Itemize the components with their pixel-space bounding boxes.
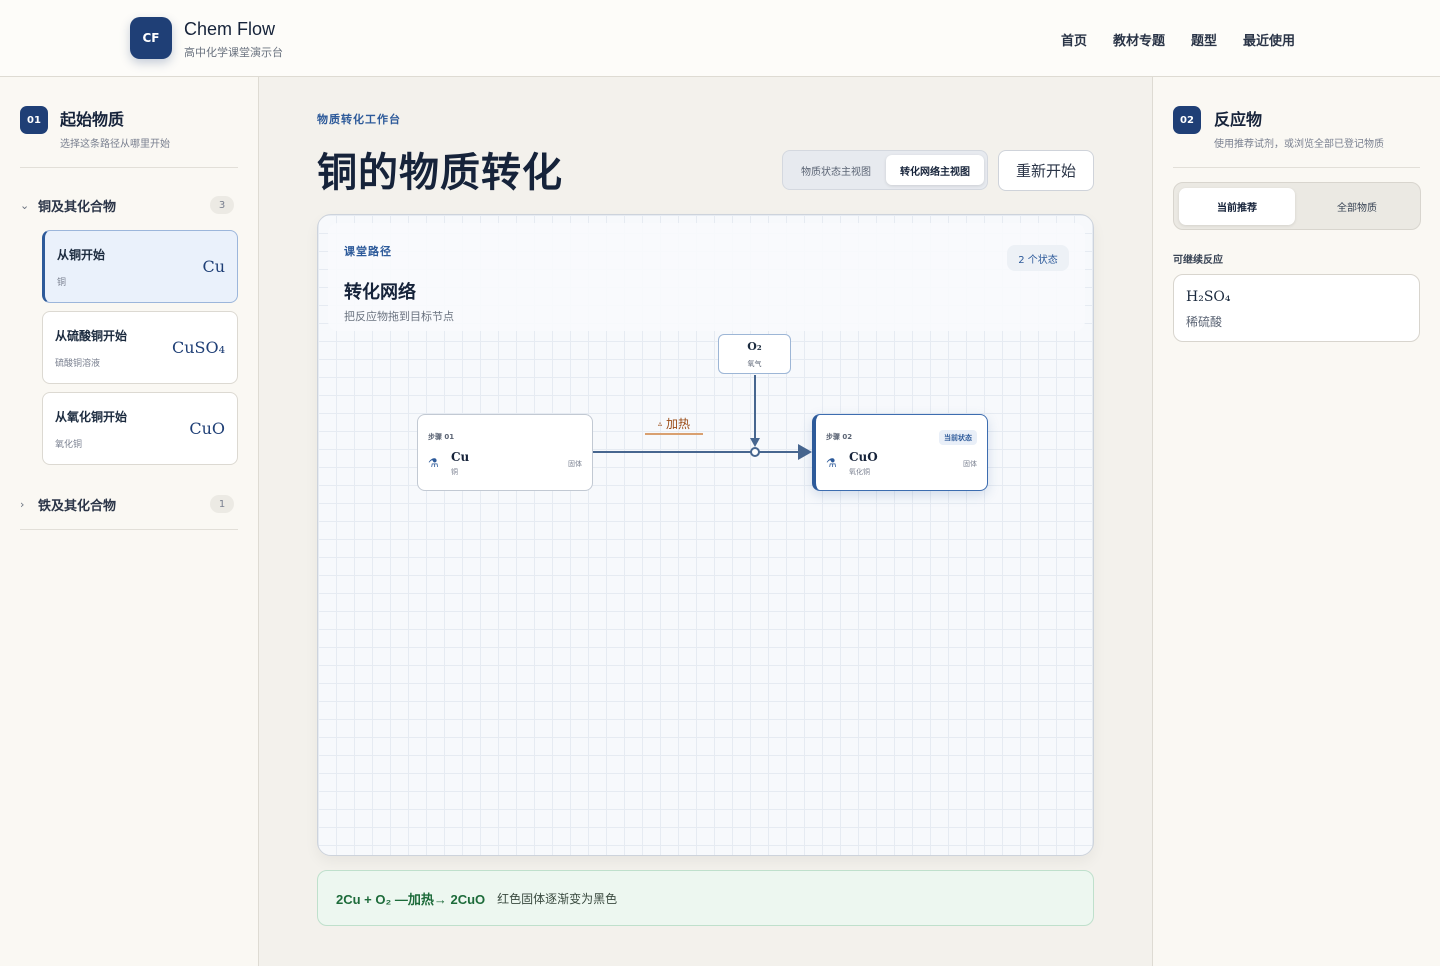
nav-textbook-topics[interactable]: 教材专题: [1113, 30, 1165, 49]
reagent-formula: H₂SO₄: [1186, 289, 1231, 305]
page-title: 铜的物质转化: [317, 150, 563, 196]
section-subtitle: 选择这条路径从哪里开始: [60, 139, 170, 150]
node-formula: Cu: [451, 450, 470, 464]
chevron-right-icon: ›: [20, 497, 25, 511]
section-title: 起始物质: [60, 110, 125, 129]
current-state-badge: 当前状态: [939, 430, 977, 445]
reagent-card-h2so4[interactable]: H₂SO₄ 稀硫酸: [1173, 274, 1420, 342]
state-node-cuo[interactable]: 步骤 02 当前状态 ⚗ CuO 氧化铜 固体: [812, 414, 988, 491]
equation-observation: 红色固体逐渐变为黑色: [497, 891, 618, 906]
group-count: 1: [210, 495, 234, 513]
view-state-button[interactable]: 物质状态主视图: [788, 155, 884, 185]
workspace-eyebrow: 物质转化工作台: [317, 113, 401, 126]
starting-substance-panel: 01 起始物质 选择这条路径从哪里开始 ⌄ 铜及其化合物 3 从铜开始 铜 Cu…: [0, 77, 259, 966]
nav-question-types[interactable]: 题型: [1191, 30, 1217, 49]
group-count: 3: [210, 196, 234, 214]
reagent-formula: O₂: [747, 340, 762, 353]
condition-label: 加热: [666, 416, 691, 431]
reaction-connectors: [593, 375, 812, 460]
reagent-name: 稀硫酸: [1186, 315, 1223, 329]
chevron-down-icon: ⌄: [20, 198, 30, 212]
divider: [20, 529, 238, 530]
reaction-condition: ▵ 加热: [645, 413, 703, 435]
state-node-cu[interactable]: 步骤 01 ⚗ Cu 铜 固体: [417, 414, 593, 491]
tab-all-substances[interactable]: 全部物质: [1299, 188, 1415, 225]
reagent-node-o2[interactable]: O₂ 氧气: [718, 334, 791, 374]
start-card-cu[interactable]: 从铜开始 铜 Cu: [42, 230, 238, 303]
view-switcher: 物质状态主视图 转化网络主视图: [782, 150, 988, 190]
flame-icon: ▵: [657, 418, 662, 428]
node-formula: CuO: [849, 450, 878, 464]
section-badge: 01: [20, 106, 48, 134]
group-label: 铁及其化合物: [38, 498, 117, 514]
conversion-canvas[interactable]: 课堂路径 转化网络 把反应物拖到目标节点 2 个状态 O₂ 氧气 ▵ 加热 步骤…: [317, 214, 1094, 856]
reaction-arrow-head: [798, 444, 812, 460]
section-title: 反应物: [1214, 110, 1263, 129]
start-card-title: 从氧化铜开始: [55, 410, 128, 424]
reaction-junction: [750, 447, 760, 457]
view-network-button[interactable]: 转化网络主视图: [886, 155, 984, 185]
start-card-subtitle: 铜: [57, 278, 67, 288]
node-step: 步骤 02: [826, 433, 853, 441]
top-nav: 首页 教材专题 题型 最近使用: [1061, 30, 1295, 49]
start-card-cuo[interactable]: 从氧化铜开始 氧化铜 CuO: [42, 392, 238, 465]
divider: [1173, 167, 1420, 168]
equation-text: 2Cu + O₂ —加热→ 2CuO: [336, 891, 486, 907]
brand-subtitle: 高中化学课堂演示台: [184, 46, 283, 59]
app-logo[interactable]: CF: [130, 17, 172, 59]
nav-recent[interactable]: 最近使用: [1243, 30, 1295, 49]
group-label: 铜及其化合物: [38, 199, 117, 215]
start-card-title: 从铜开始: [57, 248, 106, 262]
section-badge: 02: [1173, 106, 1201, 134]
start-card-subtitle: 氧化铜: [55, 440, 83, 450]
app-header: CF Chem Flow 高中化学课堂演示台 首页 教材专题 题型 最近使用: [0, 0, 1440, 77]
nav-home[interactable]: 首页: [1061, 30, 1087, 49]
tab-recommended[interactable]: 当前推荐: [1179, 188, 1295, 225]
continue-reactions-label: 可继续反应: [1173, 255, 1223, 266]
group-copper[interactable]: ⌄ 铜及其化合物 3: [20, 193, 238, 217]
brand-name: Chem Flow: [184, 19, 276, 39]
node-phase: 固体: [963, 460, 977, 468]
start-card-formula: CuO: [189, 419, 225, 438]
divider: [20, 167, 238, 168]
start-card-formula: Cu: [202, 257, 225, 276]
start-card-formula: CuSO₄: [171, 338, 225, 357]
group-iron[interactable]: › 铁及其化合物 1: [20, 492, 238, 516]
start-card-title: 从硫酸铜开始: [55, 329, 128, 343]
drag-handle-icon: ⚗: [826, 456, 837, 470]
reaction-equation: 2Cu + O₂ —加热→ 2CuO 红色固体逐渐变为黑色: [317, 870, 1094, 926]
node-name: 铜: [451, 468, 458, 476]
node-step: 步骤 01: [428, 433, 455, 441]
start-card-cuso4[interactable]: 从硫酸铜开始 硫酸铜溶液 CuSO₄: [42, 311, 238, 384]
reagent-name: 氧气: [747, 360, 762, 368]
section-subtitle: 使用推荐试剂，或浏览全部已登记物质: [1214, 139, 1384, 150]
start-card-subtitle: 硫酸铜溶液: [55, 359, 101, 369]
reactants-panel: 02 反应物 使用推荐试剂，或浏览全部已登记物质 当前推荐 全部物质 可继续反应…: [1152, 77, 1440, 966]
drag-handle-icon: ⚗: [428, 456, 439, 470]
node-name: 氧化铜: [849, 468, 870, 476]
reagent-connector-head: [750, 438, 760, 447]
restart-button[interactable]: 重新开始: [998, 150, 1094, 191]
reactant-tabs: 当前推荐 全部物质: [1173, 182, 1421, 230]
node-phase: 固体: [568, 460, 582, 468]
